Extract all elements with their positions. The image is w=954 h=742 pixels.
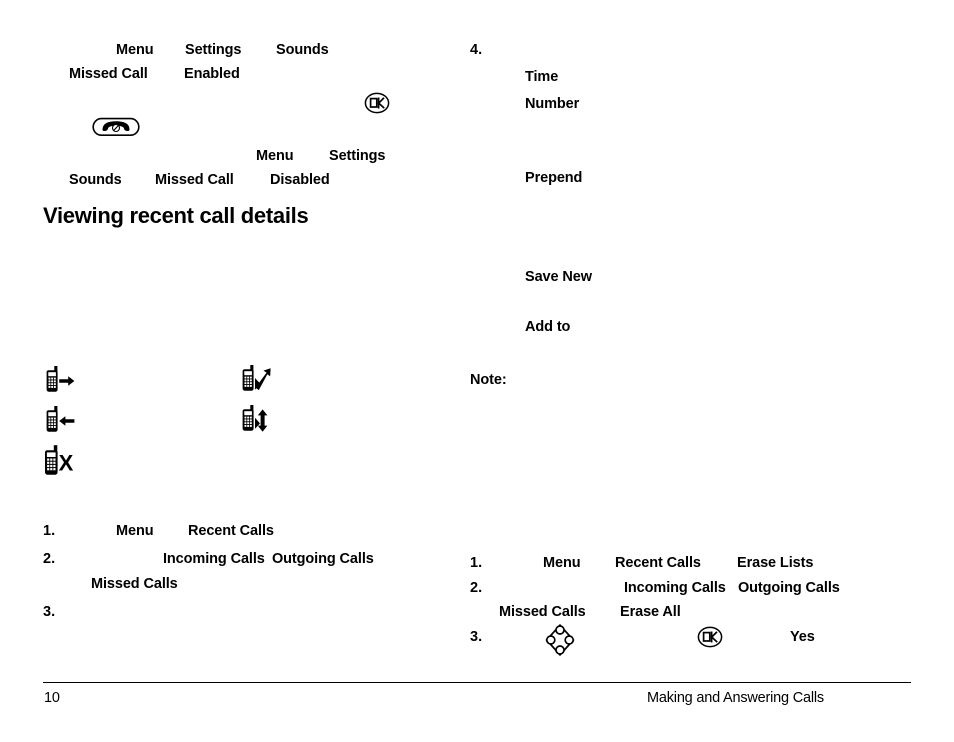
- label-add-to: Add to: [525, 319, 571, 335]
- left-step-1-recent-calls: Recent Calls: [188, 523, 274, 539]
- right-step-4-number: 4.: [470, 42, 483, 58]
- manual-page: Menu Settings Sounds Missed Call Enabled…: [0, 0, 954, 742]
- right-step-1-erase-lists: Erase Lists: [737, 555, 814, 571]
- page-title: Viewing recent call details: [43, 203, 309, 228]
- text-fragment-sounds-2: Sounds: [69, 172, 122, 188]
- text-fragment-settings-2: Settings: [329, 148, 386, 164]
- text-fragment-sounds-1: Sounds: [276, 42, 329, 58]
- note-label: Note:: [470, 372, 507, 388]
- footer-divider: [43, 682, 911, 684]
- left-step-2-missed-calls: Missed Calls: [91, 576, 178, 592]
- right-step-1-menu: Menu: [543, 555, 581, 571]
- left-step-2-number: 2.: [43, 551, 56, 567]
- left-step-2-incoming-calls: Incoming Calls: [163, 551, 265, 567]
- left-step-3-number: 3.: [43, 604, 56, 620]
- text-fragment-menu-2: Menu: [256, 148, 294, 164]
- text-fragment-disabled: Disabled: [270, 172, 330, 188]
- ok-key-icon: [364, 92, 390, 114]
- phone-outgoing-call-icon: [44, 364, 80, 396]
- ok-key-icon-2: [697, 626, 723, 648]
- right-step-2-number: 2.: [470, 580, 483, 596]
- left-step-1-menu: Menu: [116, 523, 154, 539]
- label-save-new: Save New: [525, 269, 592, 285]
- text-fragment-settings-1: Settings: [185, 42, 242, 58]
- left-step-1-number: 1.: [43, 523, 56, 539]
- phone-call-forwarded-icon: [240, 363, 276, 397]
- phone-missed-call-icon: X: [42, 443, 82, 479]
- navigation-key-icon: [544, 623, 576, 657]
- right-step-1-number: 1.: [470, 555, 483, 571]
- label-time: Time: [525, 69, 559, 85]
- text-fragment-missed-call-1: Missed Call: [69, 66, 148, 82]
- left-step-2-outgoing-calls: Outgoing Calls: [272, 551, 374, 567]
- text-fragment-menu-1: Menu: [116, 42, 154, 58]
- end-call-key-icon: [92, 115, 140, 139]
- text-fragment-enabled: Enabled: [184, 66, 240, 82]
- footer-section-title: Making and Answering Calls: [647, 690, 824, 706]
- page-number: 10: [44, 690, 60, 706]
- right-step-2-missed-calls: Missed Calls: [499, 604, 586, 620]
- text-fragment-missed-call-2: Missed Call: [155, 172, 234, 188]
- right-step-2-outgoing-calls: Outgoing Calls: [738, 580, 840, 596]
- phone-call-in-out-icon: [240, 403, 276, 437]
- right-step-2-incoming-calls: Incoming Calls: [624, 580, 726, 596]
- right-step-3-yes: Yes: [790, 629, 815, 645]
- right-step-2-erase-all: Erase All: [620, 604, 681, 620]
- right-step-3-number: 3.: [470, 629, 483, 645]
- right-step-1-recent-calls: Recent Calls: [615, 555, 701, 571]
- label-number: Number: [525, 96, 580, 112]
- svg-text:X: X: [59, 450, 74, 475]
- label-prepend: Prepend: [525, 170, 583, 186]
- phone-incoming-call-icon: [44, 404, 80, 436]
